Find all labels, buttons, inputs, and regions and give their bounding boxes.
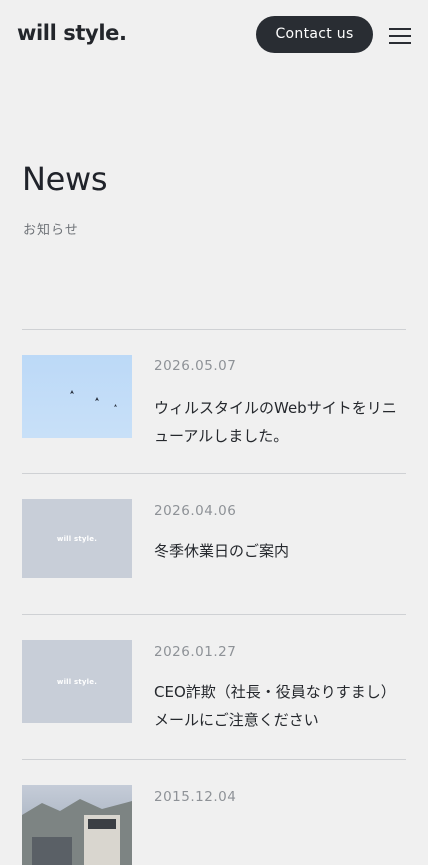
news-item[interactable]: will style. 2026.04.06 冬季休業日のご案内: [22, 473, 406, 614]
news-list: 2026.05.07 ウィルスタイルのWebサイトをリニューアルしました。 wi…: [22, 329, 406, 865]
news-date: 2015.12.04: [154, 789, 237, 805]
news-date: 2026.04.06: [154, 503, 237, 519]
news-item[interactable]: 2015.12.04: [22, 759, 406, 865]
thumbnail-logo: will style.: [56, 677, 98, 686]
menu-line: [389, 28, 411, 30]
news-thumbnail[interactable]: will style.: [22, 499, 132, 578]
thumbnail-logo: will style.: [56, 534, 98, 543]
news-thumbnail[interactable]: [22, 355, 132, 438]
news-thumbnail[interactable]: will style.: [22, 640, 132, 723]
site-header: will style. Contact us: [0, 0, 428, 70]
news-item[interactable]: will style. 2026.01.27 CEO詐欺（社長・役員なりすまし）…: [22, 614, 406, 759]
news-date: 2026.05.07: [154, 358, 237, 374]
news-title[interactable]: CEO詐欺（社長・役員なりすまし）メールにご注意ください: [154, 678, 406, 734]
contact-us-button[interactable]: Contact us: [256, 16, 373, 53]
site-logo[interactable]: will style.: [17, 19, 127, 47]
news-item[interactable]: 2026.05.07 ウィルスタイルのWebサイトをリニューアルしました。: [22, 329, 406, 473]
page-subtitle: お知らせ: [23, 223, 79, 238]
news-date: 2026.01.27: [154, 644, 237, 660]
hamburger-menu-icon[interactable]: [386, 25, 412, 47]
news-title[interactable]: 冬季休業日のご案内: [154, 537, 406, 565]
page-title: News: [22, 160, 108, 198]
menu-line: [389, 35, 411, 37]
birds-image: [70, 390, 117, 407]
photo-image: [22, 799, 132, 865]
news-title[interactable]: ウィルスタイルのWebサイトをリニューアルしました。: [154, 394, 406, 450]
news-thumbnail[interactable]: [22, 785, 132, 865]
menu-line: [389, 42, 411, 44]
